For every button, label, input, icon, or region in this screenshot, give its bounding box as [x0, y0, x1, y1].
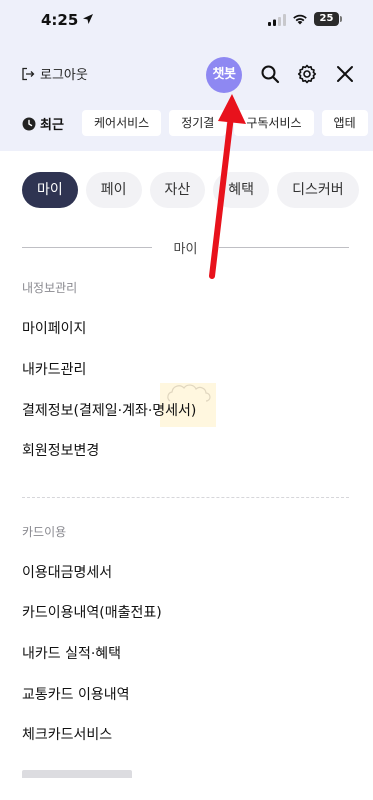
menu-item-transit-card-history[interactable]: 교통카드 이용내역: [22, 684, 130, 704]
status-bar: 4:25 25: [0, 0, 373, 42]
gear-icon[interactable]: [297, 64, 317, 84]
tab-assets[interactable]: 자산: [149, 172, 206, 208]
recent-chip-care-service[interactable]: 케어서비스: [82, 110, 162, 136]
tab-discover[interactable]: 디스커버: [277, 172, 359, 208]
group-label-my-info: 내정보관리: [22, 281, 78, 295]
wifi-icon: [293, 14, 307, 25]
recent-chip-regular-payment[interactable]: 정기결: [169, 110, 227, 136]
menu-item-member-info-change[interactable]: 회원정보변경: [22, 440, 99, 460]
search-icon[interactable]: [260, 64, 280, 84]
section-header: 마이: [22, 237, 349, 257]
menu-item-card-usage-history[interactable]: 카드이용내역(매출전표): [22, 602, 162, 622]
category-tabs: 마이 페이 자산 혜택 디스커버: [22, 172, 359, 208]
menu-item-card-performance-benefits[interactable]: 내카드 실적·혜택: [22, 643, 121, 663]
recent-text: 최근: [40, 118, 64, 133]
app-screen: 4:25 25 로그아웃 챗봇 최근 케어서비스 정기결 구독서비스 앱테 마이…: [0, 0, 373, 800]
divider-line: [219, 247, 349, 248]
list-item-cut-off[interactable]: [22, 764, 132, 778]
recent-chips: 케어서비스 정기결 구독서비스 앱테: [82, 110, 368, 136]
status-time: 4:25: [41, 11, 79, 29]
tab-benefits[interactable]: 혜택: [213, 172, 270, 208]
location-arrow-icon: [83, 14, 93, 24]
tab-my[interactable]: 마이: [22, 172, 78, 208]
group-label-card-usage: 카드이용: [22, 525, 67, 539]
recent-label: 최근: [22, 114, 64, 133]
group-divider: [22, 497, 349, 498]
cellular-signal-icon: [268, 14, 286, 26]
menu-item-my-card-management[interactable]: 내카드관리: [22, 359, 86, 379]
clock-icon: [22, 117, 36, 130]
tab-pay[interactable]: 페이: [85, 172, 142, 208]
recent-chip-app[interactable]: 앱테: [321, 110, 368, 136]
menu-item-billing-statement[interactable]: 이용대금명세서: [22, 562, 112, 582]
menu-item-my-page[interactable]: 마이페이지: [22, 318, 86, 338]
battery-level: 25: [314, 12, 339, 26]
logout-button[interactable]: 로그아웃: [21, 64, 88, 83]
logout-label: 로그아웃: [40, 68, 88, 83]
clipped-text-placeholder: [22, 770, 132, 778]
recent-chip-subscription-service[interactable]: 구독서비스: [234, 110, 314, 136]
close-icon[interactable]: [335, 64, 355, 84]
logout-icon: [22, 67, 35, 80]
battery-cap: [340, 16, 342, 22]
menu-item-check-card-service[interactable]: 체크카드서비스: [22, 724, 112, 744]
chatbot-button[interactable]: 챗봇: [206, 57, 242, 93]
menu-item-payment-info[interactable]: 결제정보(결제일·계좌·명세서): [22, 400, 196, 420]
